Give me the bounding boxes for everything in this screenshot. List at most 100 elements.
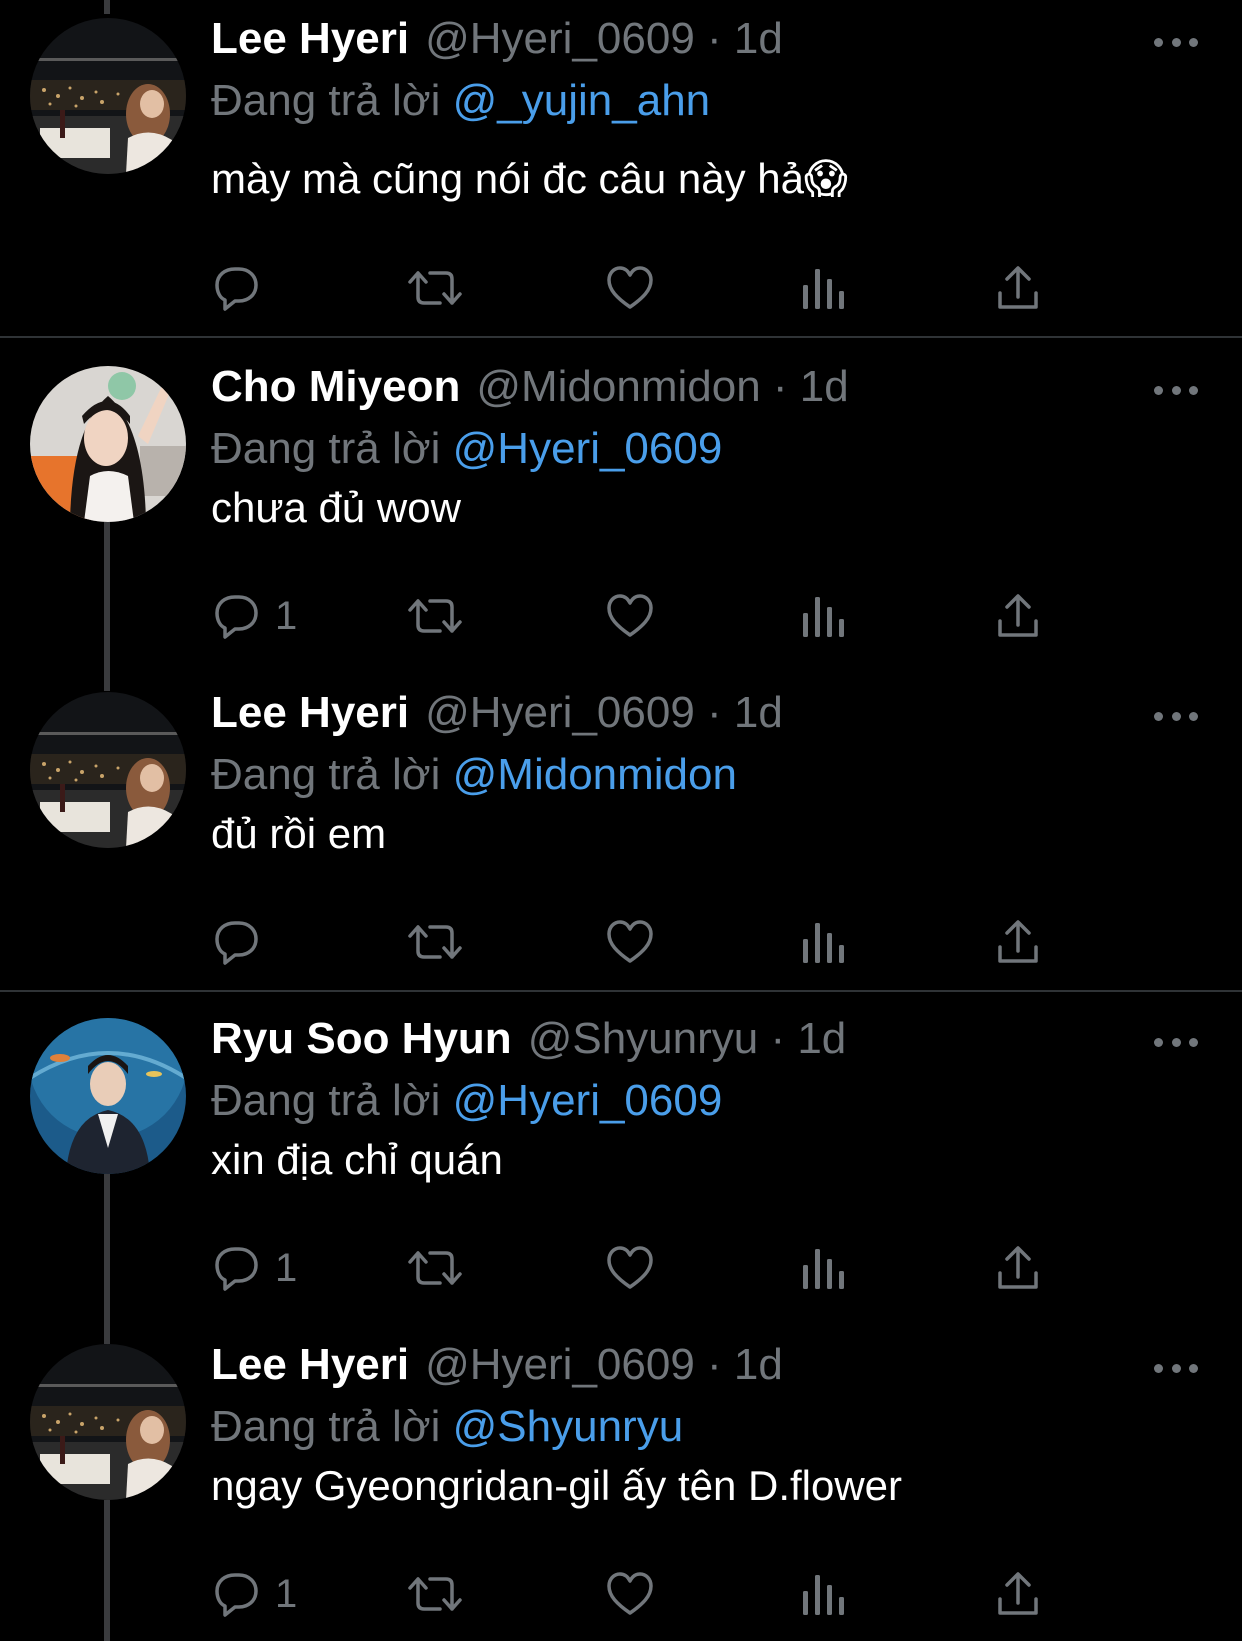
share-button[interactable] <box>995 588 1041 644</box>
share-button[interactable] <box>995 260 1041 316</box>
reply-icon <box>215 1247 258 1291</box>
share-button[interactable] <box>995 1240 1041 1296</box>
avatar[interactable] <box>30 1018 186 1174</box>
share-button[interactable] <box>995 914 1041 970</box>
share-button[interactable] <box>995 1566 1041 1622</box>
more-icon[interactable] <box>1154 382 1198 398</box>
tweet-actions: 1 <box>211 1240 1111 1296</box>
replying-to-label: Đang trả lời <box>211 424 441 473</box>
reply-button[interactable]: 1 <box>211 1566 297 1622</box>
retweet-button[interactable] <box>406 1240 464 1296</box>
heart-icon <box>607 1572 653 1615</box>
tweet-text: đủ rồi em <box>211 810 387 857</box>
tweet-actions: 1 <box>211 1566 1111 1622</box>
tweet-content: Cho Miyeon @Midonmidon · 1d Đang trả lời… <box>211 362 1201 532</box>
avatar[interactable] <box>30 1344 186 1500</box>
retweet-icon <box>408 1577 462 1611</box>
avatar[interactable] <box>30 366 186 522</box>
like-button[interactable] <box>605 1240 655 1296</box>
tweet[interactable]: Ryu Soo Hyun @Shyunryu · 1d Đang trả lời… <box>0 1000 1242 1326</box>
tweet-actions <box>211 260 1111 316</box>
tweet-content: Lee Hyeri @Hyeri_0609 · 1d Đang trả lời … <box>211 1340 1201 1510</box>
retweet-button[interactable] <box>406 914 464 970</box>
reply-icon <box>215 267 258 311</box>
reply-mention[interactable]: @Shyunryu <box>453 1402 684 1451</box>
display-name[interactable]: Cho Miyeon <box>211 362 460 412</box>
display-name[interactable]: Lee Hyeri <box>211 688 409 738</box>
tweet-header: Lee Hyeri @Hyeri_0609 · 1d <box>211 1340 1201 1398</box>
reply-button[interactable]: 1 <box>211 1240 297 1296</box>
reply-icon <box>215 595 258 639</box>
night-city-avatar <box>30 1344 186 1500</box>
retweet-icon <box>408 925 462 959</box>
tweet-text: xin địa chỉ quán <box>211 1136 503 1183</box>
more-icon[interactable] <box>1154 708 1198 724</box>
reply-button[interactable] <box>211 260 275 316</box>
tweet[interactable]: Cho Miyeon @Midonmidon · 1d Đang trả lời… <box>0 348 1242 674</box>
replying-to-label: Đang trả lời <box>211 1076 441 1125</box>
reply-count: 1 <box>275 1571 298 1616</box>
reply-mention[interactable]: @Midonmidon <box>453 750 737 799</box>
more-icon[interactable] <box>1154 1360 1198 1376</box>
retweet-button[interactable] <box>406 1566 464 1622</box>
reply-mention[interactable]: @Hyeri_0609 <box>453 1076 723 1125</box>
views-button[interactable] <box>801 1566 845 1622</box>
tweet-header: Cho Miyeon @Midonmidon · 1d <box>211 362 1201 420</box>
reply-count: 1 <box>275 1245 298 1290</box>
like-button[interactable] <box>605 260 655 316</box>
reply-mention[interactable]: @Hyeri_0609 <box>453 424 723 473</box>
display-name[interactable]: Lee Hyeri <box>211 1340 409 1390</box>
tweet-actions <box>211 914 1111 970</box>
handle-time[interactable]: @Hyeri_0609 · 1d <box>425 688 783 738</box>
views-icon <box>803 269 844 309</box>
tweet-actions: 1 <box>211 588 1111 644</box>
views-icon <box>803 1249 844 1289</box>
tweet-text: chưa đủ wow <box>211 484 461 531</box>
handle-time[interactable]: @Shyunryu · 1d <box>528 1014 847 1064</box>
replying-to-label: Đang trả lời <box>211 750 441 799</box>
avatar[interactable] <box>30 18 186 174</box>
reply-icon <box>215 921 258 965</box>
heart-icon <box>607 594 653 637</box>
retweet-button[interactable] <box>406 588 464 644</box>
display-name[interactable]: Lee Hyeri <box>211 14 409 64</box>
handle-time[interactable]: @Midonmidon · 1d <box>476 362 848 412</box>
portrait-avatar <box>30 366 186 522</box>
like-button[interactable] <box>605 1566 655 1622</box>
more-icon[interactable] <box>1154 34 1198 50</box>
night-city-avatar <box>30 692 186 848</box>
retweet-icon <box>408 1251 462 1285</box>
more-icon[interactable] <box>1154 1034 1198 1050</box>
display-name[interactable]: Ryu Soo Hyun <box>211 1014 512 1064</box>
tweet[interactable]: Lee Hyeri @Hyeri_0609 · 1d Đang trả lời … <box>0 674 1242 990</box>
tweet-divider <box>0 336 1242 338</box>
handle-time[interactable]: @Hyeri_0609 · 1d <box>425 1340 783 1390</box>
handle-time[interactable]: @Hyeri_0609 · 1d <box>425 14 783 64</box>
night-city-avatar <box>30 18 186 174</box>
avatar[interactable] <box>30 692 186 848</box>
reply-mention[interactable]: @_yujin_ahn <box>453 76 711 125</box>
tweet-header: Ryu Soo Hyun @Shyunryu · 1d <box>211 1014 1201 1072</box>
like-button[interactable] <box>605 588 655 644</box>
reply-button[interactable]: 1 <box>211 588 297 644</box>
tweet-content: Lee Hyeri @Hyeri_0609 · 1d Đang trả lời … <box>211 688 1201 858</box>
like-button[interactable] <box>605 914 655 970</box>
tweet-text: ngay Gyeongridan-gil ấy tên D.flower <box>211 1462 903 1509</box>
views-button[interactable] <box>801 914 845 970</box>
tweet[interactable]: Lee Hyeri @Hyeri_0609 · 1d Đang trả lời … <box>0 1326 1242 1641</box>
heart-icon <box>607 266 653 309</box>
views-button[interactable] <box>801 1240 845 1296</box>
heart-icon <box>607 920 653 963</box>
heart-icon <box>607 1246 653 1289</box>
views-button[interactable] <box>801 260 845 316</box>
views-button[interactable] <box>801 588 845 644</box>
views-icon <box>803 1575 844 1615</box>
share-icon <box>998 1246 1038 1289</box>
retweet-button[interactable] <box>406 260 464 316</box>
reply-button[interactable] <box>211 914 275 970</box>
replying-to: Đang trả lời @Hyeri_0609 <box>211 420 1201 478</box>
replying-to: Đang trả lời @_yujin_ahn <box>211 72 1201 130</box>
tweet-header: Lee Hyeri @Hyeri_0609 · 1d <box>211 688 1201 746</box>
tweet[interactable]: Lee Hyeri @Hyeri_0609 · 1d Đang trả lời … <box>0 0 1242 336</box>
retweet-icon <box>408 599 462 633</box>
